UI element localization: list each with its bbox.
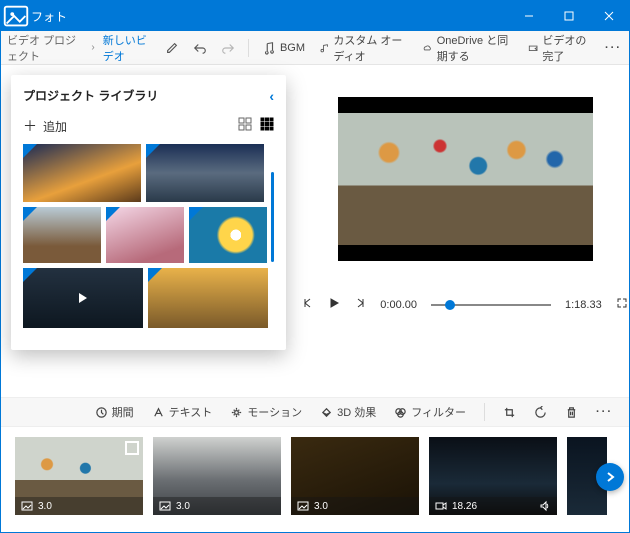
used-badge-icon	[148, 268, 162, 282]
view-small-button[interactable]	[260, 117, 274, 136]
minimize-button[interactable]	[509, 1, 549, 31]
prev-frame-button[interactable]	[302, 297, 314, 312]
redo-button[interactable]	[214, 31, 242, 64]
library-item[interactable]	[23, 268, 143, 328]
text-label: テキスト	[169, 404, 213, 420]
library-item[interactable]	[148, 268, 268, 328]
used-badge-icon	[23, 268, 37, 282]
library-item[interactable]	[23, 207, 101, 263]
custom-audio-label: カスタム オーディオ	[333, 32, 408, 64]
app-icon	[1, 1, 31, 31]
image-icon	[297, 500, 309, 512]
fullscreen-button[interactable]	[616, 297, 628, 312]
edit-button[interactable]	[158, 31, 186, 64]
custom-audio-button[interactable]: カスタム オーディオ	[312, 31, 415, 64]
undo-button[interactable]	[186, 31, 214, 64]
plus-icon: ＋	[23, 116, 37, 136]
preview-image	[338, 113, 593, 244]
storyboard-clip[interactable]: 3.0	[291, 437, 419, 515]
current-time: 0:00.00	[380, 299, 417, 311]
seek-slider[interactable]	[431, 299, 551, 311]
used-badge-icon	[106, 207, 120, 221]
clip-duration: 3.0	[38, 501, 52, 512]
image-icon	[21, 500, 33, 512]
delete-button[interactable]	[559, 406, 584, 419]
next-frame-button[interactable]	[354, 297, 366, 312]
clip-duration: 3.0	[314, 501, 328, 512]
audio-icon	[539, 500, 551, 512]
clip-checkbox[interactable]	[125, 441, 139, 455]
finish-label: ビデオの完了	[542, 32, 591, 64]
library-panel: プロジェクト ライブラリ ‹ ＋ 追加	[11, 75, 286, 350]
maximize-button[interactable]	[549, 1, 589, 31]
used-badge-icon	[189, 207, 203, 221]
duration-label: 期間	[112, 404, 134, 420]
crop-button[interactable]	[497, 406, 522, 419]
clip-duration: 3.0	[176, 501, 190, 512]
text-button[interactable]: テキスト	[146, 404, 219, 420]
library-collapse-button[interactable]: ‹	[269, 88, 274, 104]
play-overlay-icon	[79, 293, 87, 303]
view-large-button[interactable]	[238, 117, 252, 136]
motion-button[interactable]: モーション	[224, 404, 308, 420]
library-item[interactable]	[106, 207, 184, 263]
chevron-right-icon: ›	[89, 42, 96, 53]
clip-duration: 18.26	[452, 501, 477, 512]
sync-label: OneDrive と同期する	[437, 32, 514, 64]
breadcrumb-parent[interactable]: ビデオ プロジェクト	[1, 32, 89, 64]
library-title: プロジェクト ライブラリ	[23, 87, 158, 104]
separator	[248, 39, 249, 57]
library-item[interactable]	[189, 207, 267, 263]
library-item[interactable]	[23, 144, 141, 202]
library-scrollbar[interactable]	[271, 172, 274, 262]
used-badge-icon	[23, 144, 37, 158]
filter-button[interactable]: フィルター	[388, 404, 472, 420]
edit-toolbar: 期間 テキスト モーション 3D 効果 フィルター ···	[1, 397, 629, 427]
play-button[interactable]	[328, 297, 340, 312]
used-badge-icon	[23, 207, 37, 221]
storyboard-clip[interactable]: 18.26	[429, 437, 557, 515]
onedrive-sync-button[interactable]: OneDrive と同期する	[415, 31, 521, 64]
fx3d-button[interactable]: 3D 効果	[314, 404, 382, 420]
fx3d-label: 3D 効果	[337, 404, 376, 420]
motion-label: モーション	[247, 404, 302, 420]
library-item[interactable]	[146, 144, 264, 202]
library-scroll	[23, 144, 274, 339]
storyboard-clip[interactable]: 3.0	[153, 437, 281, 515]
separator	[484, 403, 485, 421]
titlebar: フォト	[1, 1, 629, 31]
image-icon	[159, 500, 171, 512]
bgm-button[interactable]: BGM	[255, 31, 312, 64]
breadcrumb-current[interactable]: 新しいビデオ	[97, 32, 158, 64]
close-button[interactable]	[589, 1, 629, 31]
used-badge-icon	[146, 144, 160, 158]
rotate-button[interactable]	[528, 406, 553, 419]
duration-button[interactable]: 期間	[89, 404, 140, 420]
finish-video-button[interactable]: ビデオの完了	[521, 31, 598, 64]
more-button[interactable]: ···	[598, 31, 629, 64]
storyboard: 3.0 3.0 3.0 18	[1, 427, 629, 532]
video-icon	[435, 500, 447, 512]
storyboard-next-button[interactable]	[596, 463, 624, 491]
edit-more-button[interactable]: ···	[590, 406, 619, 418]
preview-frame	[338, 97, 593, 261]
library-add-button[interactable]: ＋ 追加	[23, 116, 67, 136]
app-window: フォト ビデオ プロジェクト › 新しいビデオ BGM カスタム オーディオ O…	[0, 0, 630, 533]
bgm-label: BGM	[280, 42, 305, 54]
main-toolbar: ビデオ プロジェクト › 新しいビデオ BGM カスタム オーディオ OneDr…	[1, 31, 629, 65]
total-time: 1:18.33	[565, 299, 602, 311]
storyboard-clip[interactable]: 3.0	[15, 437, 143, 515]
app-title: フォト	[31, 8, 509, 25]
playback-controls: 0:00.00 1:18.33	[302, 297, 627, 312]
library-add-label: 追加	[43, 118, 67, 135]
content-area: プロジェクト ライブラリ ‹ ＋ 追加	[1, 65, 629, 397]
filter-label: フィルター	[411, 404, 466, 420]
